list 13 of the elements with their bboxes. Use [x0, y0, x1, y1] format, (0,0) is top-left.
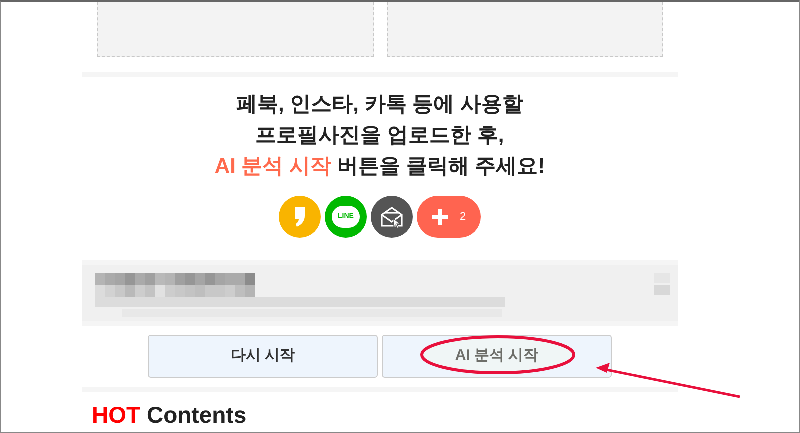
start-button[interactable]: AI 분석 시작	[382, 334, 612, 378]
kakaostory-share-button[interactable]	[279, 196, 321, 238]
section-title: HOT Contents	[92, 400, 248, 430]
share-count: 2	[460, 210, 466, 225]
comma-icon	[293, 206, 307, 228]
email-share-button[interactable]	[371, 196, 413, 238]
envelope-icon	[380, 204, 404, 229]
more-share-button[interactable]: 2	[417, 196, 481, 238]
upload-slot[interactable]	[97, 2, 374, 57]
upload-slot[interactable]	[386, 2, 663, 57]
plus-icon	[432, 208, 448, 225]
start-button[interactable]: 다시 시작	[148, 334, 378, 378]
instruction-text: 페북, 인스타, 카톡 등에 사용할 프로필사진을 업로드한 후, AI 분석 시작 버튼을 클릭해 주세요!	[214, 92, 546, 180]
